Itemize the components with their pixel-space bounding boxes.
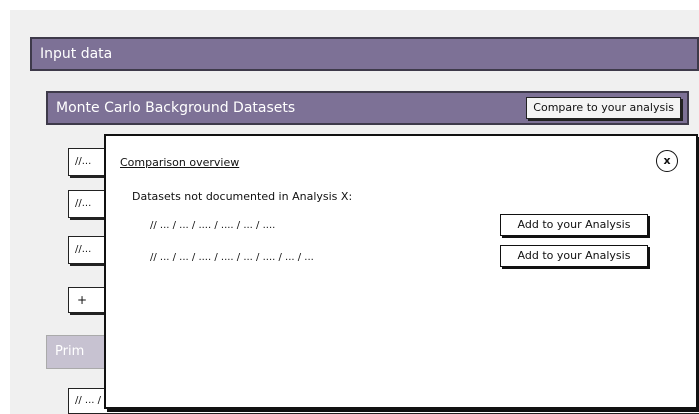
add-dataset-button[interactable]: + bbox=[68, 287, 108, 313]
add-to-analysis-button[interactable]: Add to your Analysis bbox=[500, 245, 648, 267]
background-dataset-path: //... bbox=[75, 244, 92, 255]
missing-dataset-path: // ... / ... / .... / .... / ... / .... bbox=[150, 220, 276, 231]
monte-carlo-section-header[interactable]: Monte Carlo Background Datasets Compare … bbox=[46, 91, 689, 125]
dialog-title: Comparison overview bbox=[120, 156, 240, 169]
monte-carlo-title: Monte Carlo Background Datasets bbox=[56, 100, 296, 116]
missing-dataset-path: // ... / ... / .... / .... / ... / .... … bbox=[150, 252, 314, 263]
dialog-subtitle: Datasets not documented in Analysis X: bbox=[132, 190, 353, 203]
input-data-header[interactable]: Input data bbox=[30, 37, 699, 71]
background-dataset-path: //... bbox=[75, 156, 92, 167]
plus-icon: + bbox=[77, 293, 88, 307]
app-canvas: Input data Monte Carlo Background Datase… bbox=[10, 10, 699, 414]
add-to-analysis-button[interactable]: Add to your Analysis bbox=[500, 214, 648, 236]
primary-section-title: Prim bbox=[55, 344, 85, 359]
input-data-title: Input data bbox=[40, 46, 113, 62]
comparison-overview-dialog: Comparison overview x Datasets not docum… bbox=[104, 134, 698, 409]
background-dataset-path: //... bbox=[75, 198, 92, 209]
close-icon[interactable]: x bbox=[656, 150, 678, 172]
compare-to-analysis-button[interactable]: Compare to your analysis bbox=[526, 97, 681, 119]
